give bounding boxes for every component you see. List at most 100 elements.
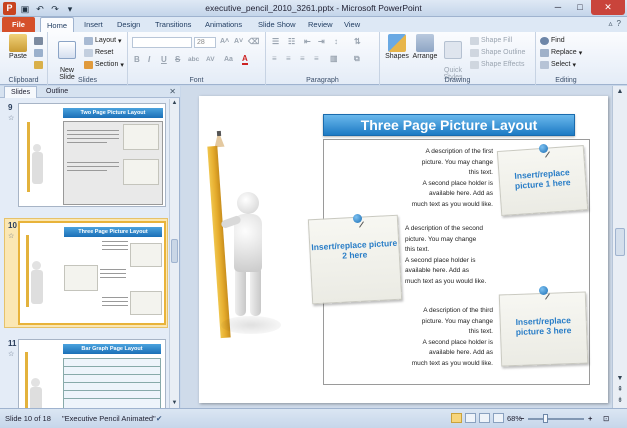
- italic-button[interactable]: I: [148, 55, 150, 64]
- tab-insert[interactable]: Insert: [78, 17, 109, 32]
- numbering-icon[interactable]: ☷: [288, 37, 295, 46]
- slide-thumbnail-10[interactable]: 10 ☆ Three Page Picture Layout: [0, 218, 168, 329]
- next-slide-icon[interactable]: ⇟: [615, 396, 625, 406]
- slide-thumbnail-9[interactable]: 9 ☆ Two Page Picture Layout: [0, 103, 168, 211]
- text-shadow-button[interactable]: abc: [188, 56, 199, 63]
- paste-button[interactable]: Paste: [3, 34, 33, 60]
- picture-3-description[interactable]: A description of the third picture. You …: [395, 306, 493, 369]
- zoom-slider-knob[interactable]: [543, 414, 548, 423]
- reading-view-button[interactable]: [479, 413, 490, 423]
- tab-view[interactable]: View: [338, 17, 366, 32]
- reset-button[interactable]: Reset: [84, 47, 113, 58]
- grow-font-icon[interactable]: A˄: [220, 38, 229, 45]
- picture-1-description[interactable]: A description of the first picture. You …: [395, 147, 493, 210]
- decrease-indent-icon[interactable]: ⇤: [304, 37, 311, 46]
- slide-show-view-button[interactable]: [493, 413, 504, 423]
- tab-slide-show[interactable]: Slide Show: [252, 17, 302, 32]
- scroll-up-icon[interactable]: ▲: [170, 99, 179, 108]
- picture-3-placeholder[interactable]: Insert/replace picture 3 here: [498, 291, 589, 367]
- text-direction-icon[interactable]: ⇅: [354, 37, 361, 46]
- slide-number: 11: [8, 339, 17, 348]
- slide-thumbnail-11[interactable]: 11 ☆ Bar Graph Page Layout: [0, 339, 168, 408]
- picture-placeholder: [130, 291, 162, 315]
- char-spacing-button[interactable]: AV: [206, 56, 215, 63]
- font-name-combo[interactable]: [132, 37, 192, 48]
- panel-scrollbar[interactable]: ▲ ▼: [169, 99, 179, 408]
- scroll-down-icon[interactable]: ▼: [170, 399, 179, 408]
- layout-button[interactable]: Layout ▾: [84, 35, 122, 46]
- shapes-icon: [388, 34, 406, 52]
- quick-styles-button[interactable]: Quick Styles: [438, 34, 468, 81]
- bold-button[interactable]: B: [134, 55, 140, 64]
- tab-transitions[interactable]: Transitions: [149, 17, 197, 32]
- select-button[interactable]: Select ▾: [540, 59, 576, 70]
- copy-button[interactable]: [34, 47, 43, 58]
- panel-scroll-thumb[interactable]: [171, 239, 178, 263]
- slide-sorter-view-button[interactable]: [465, 413, 476, 423]
- align-right-icon[interactable]: ≡: [300, 54, 305, 63]
- tab-outline[interactable]: Outline: [40, 86, 74, 98]
- thumbnail-frame: Two Page Picture Layout: [18, 103, 166, 207]
- scroll-up-icon[interactable]: ▲: [615, 87, 625, 97]
- shape-fill-button[interactable]: Shape Fill: [470, 35, 512, 46]
- new-slide-button[interactable]: New Slide: [52, 34, 82, 81]
- justify-icon[interactable]: ≡: [314, 54, 319, 63]
- line-spacing-icon[interactable]: ↕: [334, 37, 338, 46]
- chevron-down-icon: ▾: [578, 49, 583, 57]
- tab-design[interactable]: Design: [111, 17, 146, 32]
- font-color-button[interactable]: A: [242, 54, 248, 65]
- shrink-font-icon[interactable]: A˅: [234, 38, 243, 45]
- fit-to-window-icon[interactable]: ⊡: [603, 414, 609, 423]
- picture-placeholder: [64, 265, 98, 291]
- clear-format-icon[interactable]: ⌫: [248, 37, 259, 46]
- picture-1-placeholder[interactable]: Insert/replace picture 1 here: [496, 145, 589, 216]
- arrange-button[interactable]: Arrange: [410, 34, 440, 60]
- shape-outline-button[interactable]: Shape Outline: [470, 47, 525, 58]
- paragraph-group: ☰ ☷ ⇤ ⇥ ↕ ⇅ ≡ ≡ ≡ ≡ ▥ ⧉ Paragraph: [266, 32, 380, 85]
- tab-file[interactable]: File: [2, 17, 35, 32]
- zoom-slider[interactable]: [528, 418, 584, 420]
- close-panel-icon[interactable]: ✕: [169, 87, 176, 96]
- theme-name[interactable]: "Executive Pencil Animated": [62, 414, 156, 423]
- format-painter-button[interactable]: [34, 59, 43, 70]
- font-size-combo[interactable]: 28: [194, 37, 216, 48]
- close-icon[interactable]: ✕: [591, 0, 625, 15]
- animation-star-icon: ☆: [8, 115, 15, 122]
- text-line: [102, 245, 128, 246]
- normal-view-button[interactable]: [451, 413, 462, 423]
- current-slide[interactable]: Three Page Picture Layout A description …: [199, 96, 608, 403]
- tab-slides[interactable]: Slides: [4, 86, 38, 98]
- tab-home[interactable]: Home: [40, 17, 75, 32]
- picture-2-description[interactable]: A description of the second picture. You…: [405, 224, 503, 287]
- editor-scroll-thumb[interactable]: [615, 228, 625, 256]
- minimize-icon[interactable]: ─: [547, 0, 569, 15]
- smartart-icon[interactable]: ⧉: [354, 54, 360, 64]
- help-icon[interactable]: ?: [617, 19, 621, 28]
- spell-check-icon[interactable]: ✔: [156, 414, 162, 423]
- scroll-down-icon[interactable]: ▼: [615, 374, 625, 384]
- maximize-icon[interactable]: □: [569, 0, 591, 15]
- replace-button[interactable]: Replace ▾: [540, 47, 582, 58]
- tab-review[interactable]: Review: [302, 17, 339, 32]
- zoom-out-icon[interactable]: −: [520, 414, 524, 423]
- ribbon-collapse-icon[interactable]: ▵: [609, 19, 613, 28]
- strikethrough-button[interactable]: S: [175, 55, 180, 64]
- section-button[interactable]: Section ▾: [84, 59, 124, 70]
- zoom-in-icon[interactable]: +: [588, 414, 592, 423]
- align-center-icon[interactable]: ≡: [286, 54, 291, 63]
- tab-animations[interactable]: Animations: [199, 17, 248, 32]
- slide-title[interactable]: Three Page Picture Layout: [323, 114, 575, 136]
- shapes-button[interactable]: Shapes: [382, 34, 412, 60]
- previous-slide-icon[interactable]: ⇞: [615, 385, 625, 395]
- underline-button[interactable]: U: [161, 55, 167, 64]
- columns-icon[interactable]: ▥: [330, 54, 338, 63]
- picture-2-placeholder[interactable]: Insert/replace picture 2 here: [307, 214, 403, 305]
- cut-button[interactable]: [34, 35, 43, 46]
- editor-scrollbar[interactable]: ▲ ▼ ⇞ ⇟: [612, 86, 627, 408]
- bullets-icon[interactable]: ☰: [272, 37, 279, 46]
- find-button[interactable]: Find: [540, 35, 565, 46]
- shape-effects-button[interactable]: Shape Effects: [470, 59, 524, 70]
- change-case-button[interactable]: Aa: [224, 56, 233, 63]
- increase-indent-icon[interactable]: ⇥: [318, 37, 325, 46]
- align-left-icon[interactable]: ≡: [272, 54, 277, 63]
